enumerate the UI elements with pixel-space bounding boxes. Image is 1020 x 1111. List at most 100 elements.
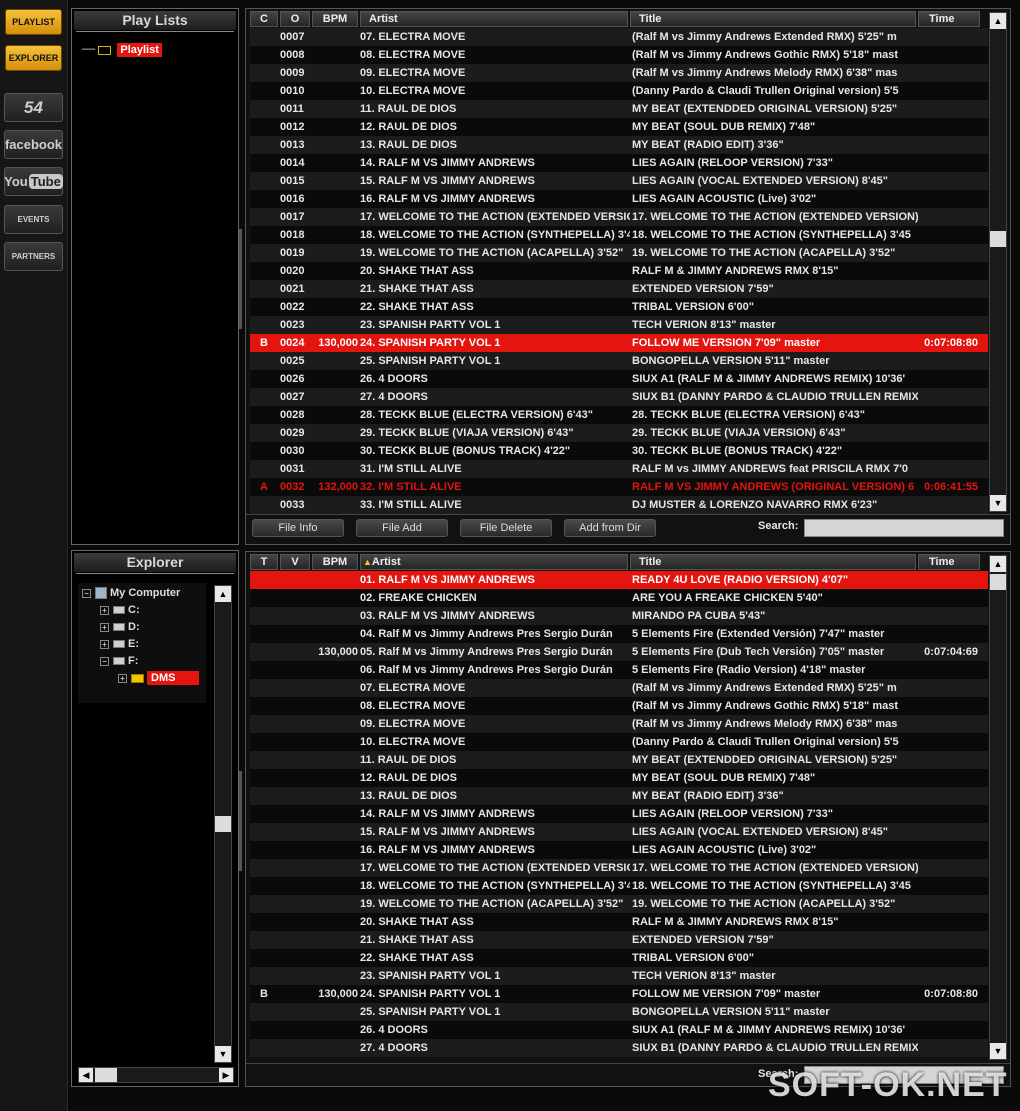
table-row[interactable]: 0009 09. ELECTRA MOVE (Ralf M vs Jimmy And… — [250, 64, 988, 82]
col-artist-header[interactable]: ▲Artist — [360, 554, 628, 570]
file-add-button[interactable]: File Add — [356, 519, 448, 537]
expand-icon[interactable]: + — [100, 605, 109, 615]
table-row[interactable]: B 0024 130,000 24. SPANISH PARTY VOL 1 FOLLO… — [250, 334, 988, 352]
table-row[interactable]: 01. RALF M VS JIMMY ANDREWS READY 4U LOVE… — [250, 571, 988, 589]
table-row[interactable]: 27. 4 DOORS SIUX B1 (DANNY PARDO & CLAUDI… — [250, 1039, 988, 1057]
partners-button[interactable]: PARTNERS — [4, 242, 63, 271]
scroll-down-icon[interactable]: ▼ — [990, 495, 1006, 511]
scroll-left-icon[interactable]: ◀ — [79, 1068, 93, 1082]
table-row[interactable]: 0011 11. RAUL DE DIOS MY BEAT (EXTENDDED O… — [250, 100, 988, 118]
splitter-handle[interactable] — [239, 229, 242, 329]
logo-54-button[interactable]: 54 — [4, 93, 63, 122]
table-row[interactable]: 0023 23. SPANISH PARTY VOL 1 TECH VERION 8… — [250, 316, 988, 334]
col-t-header[interactable]: T — [250, 554, 278, 570]
explorer-button[interactable]: EXPLORER — [5, 45, 62, 71]
scroll-down-icon[interactable]: ▼ — [215, 1046, 231, 1062]
playlist-tree-item[interactable]: Playlist — [117, 43, 162, 57]
table-row[interactable]: 16. RALF M VS JIMMY ANDREWS LIES AGAIN AC… — [250, 841, 988, 859]
youtube-button[interactable]: You Tube — [4, 167, 63, 196]
table-row[interactable]: 0008 08. ELECTRA MOVE (Ralf M vs Jimmy And… — [250, 46, 988, 64]
table-row[interactable]: 0021 21. SHAKE THAT ASS EXTENDED VERSION … — [250, 280, 988, 298]
col-o-header[interactable]: O — [280, 11, 310, 27]
explorer-hscroll[interactable]: ◀ ▶ — [78, 1067, 234, 1083]
my-computer-node[interactable]: − My Computer — [82, 586, 180, 600]
expand-icon[interactable]: + — [100, 639, 109, 649]
col-title-header[interactable]: Title — [630, 554, 916, 570]
scroll-up-icon[interactable]: ▲ — [215, 586, 231, 602]
table-row[interactable]: 25. SPANISH PARTY VOL 1 BONGOPELLA VERSI… — [250, 1003, 988, 1021]
playlist-tree-row[interactable]: ┄┄ Playlist — [82, 43, 162, 57]
file-info-button[interactable]: File Info — [252, 519, 344, 537]
table-row[interactable]: 0022 22. SHAKE THAT ASS TRIBAL VERSION 6'0… — [250, 298, 988, 316]
file-delete-button[interactable]: File Delete — [460, 519, 552, 537]
table-row[interactable]: 0026 26. 4 DOORS SIUX A1 (RALF M & JIMMY A… — [250, 370, 988, 388]
table-row[interactable]: 0027 27. 4 DOORS SIUX B1 (DANNY PARDO & CL… — [250, 388, 988, 406]
col-bpm-header[interactable]: BPM — [312, 11, 358, 27]
playlist-vscroll[interactable]: ▲ ▼ — [989, 12, 1007, 512]
hscroll-thumb[interactable] — [95, 1068, 117, 1082]
explorer-vscroll[interactable]: ▲ ▼ — [214, 585, 232, 1063]
events-button[interactable]: EVENTS — [4, 205, 63, 234]
table-row[interactable]: 0016 16. RALF M VS JIMMY ANDREWS LIES AGAI… — [250, 190, 988, 208]
table-row[interactable]: 10. ELECTRA MOVE (Danny Pardo & Claudi Tr… — [250, 733, 988, 751]
drive-f-node[interactable]: − F: — [100, 654, 138, 668]
col-artist-header[interactable]: Artist — [360, 11, 628, 27]
table-row[interactable]: 13. RAUL DE DIOS MY BEAT (RADIO EDIT) 3'3… — [250, 787, 988, 805]
scroll-thumb[interactable] — [215, 816, 231, 832]
table-row[interactable]: 0018 18. WELCOME TO THE ACTION (SYNTHEPEL… — [250, 226, 988, 244]
playlist-button[interactable]: PLAYLIST — [5, 9, 62, 35]
dms-folder-label[interactable]: DMS — [147, 671, 199, 685]
table-row[interactable]: 14. RALF M VS JIMMY ANDREWS LIES AGAIN (R… — [250, 805, 988, 823]
table-row[interactable]: 19. WELCOME TO THE ACTION (ACAPELLA) 3'5… — [250, 895, 988, 913]
table-row[interactable]: 15. RALF M VS JIMMY ANDREWS LIES AGAIN (V… — [250, 823, 988, 841]
table-row[interactable]: 130,000 05. Ralf M vs Jimmy Andrews Pres … — [250, 643, 988, 661]
table-row[interactable]: 04. Ralf M vs Jimmy Andrews Pres Sergio … — [250, 625, 988, 643]
table-row[interactable]: 22. SHAKE THAT ASS TRIBAL VERSION 6'00" — [250, 949, 988, 967]
table-row[interactable]: 0007 07. ELECTRA MOVE (Ralf M vs Jimmy And… — [250, 28, 988, 46]
playlist-search-input[interactable] — [804, 519, 1004, 537]
table-row[interactable]: 11. RAUL DE DIOS MY BEAT (EXTENDDED ORIGI… — [250, 751, 988, 769]
table-row[interactable]: A 0032 132,000 32. I'M STILL ALIVE RALF M VS… — [250, 478, 988, 496]
scroll-thumb[interactable] — [990, 574, 1006, 590]
facebook-button[interactable]: facebook — [4, 130, 63, 159]
table-row[interactable]: 0014 14. RALF M VS JIMMY ANDREWS LIES AGAI… — [250, 154, 988, 172]
collapse-icon[interactable]: − — [82, 588, 91, 598]
table-row[interactable]: 18. WELCOME TO THE ACTION (SYNTHEPELLA) … — [250, 877, 988, 895]
table-row[interactable]: 0028 28. TECKK BLUE (ELECTRA VERSION) 6'4… — [250, 406, 988, 424]
scroll-up-icon[interactable]: ▲ — [990, 556, 1006, 572]
drive-c-node[interactable]: + C: — [100, 603, 140, 617]
scroll-down-icon[interactable]: ▼ — [990, 1043, 1006, 1059]
table-row[interactable]: 12. RAUL DE DIOS MY BEAT (SOUL DUB REMIX)… — [250, 769, 988, 787]
table-row[interactable]: 0017 17. WELCOME TO THE ACTION (EXTENDED … — [250, 208, 988, 226]
table-row[interactable]: 21. SHAKE THAT ASS EXTENDED VERSION 7'59… — [250, 931, 988, 949]
table-row[interactable]: B 130,000 24. SPANISH PARTY VOL 1 FOLLOW ME… — [250, 985, 988, 1003]
scroll-right-icon[interactable]: ▶ — [219, 1068, 233, 1082]
add-from-dir-button[interactable]: Add from Dir — [564, 519, 656, 537]
table-row[interactable]: 08. ELECTRA MOVE (Ralf M vs Jimmy Andrews… — [250, 697, 988, 715]
expand-icon[interactable]: + — [118, 673, 127, 683]
table-row[interactable]: 06. Ralf M vs Jimmy Andrews Pres Sergio … — [250, 661, 988, 679]
collapse-icon[interactable]: − — [100, 656, 109, 666]
table-row[interactable]: 0033 33. I'M STILL ALIVE DJ MUSTER & LOREN… — [250, 496, 988, 514]
table-row[interactable]: 17. WELCOME TO THE ACTION (EXTENDED VERS… — [250, 859, 988, 877]
explorer-grid-vscroll[interactable]: ▲ ▼ — [989, 555, 1007, 1060]
col-title-header[interactable]: Title — [630, 11, 916, 27]
drive-e-node[interactable]: + E: — [100, 637, 139, 651]
table-row[interactable]: 0031 31. I'M STILL ALIVE RALF M vs JIMMY A… — [250, 460, 988, 478]
table-row[interactable]: 0015 15. RALF M VS JIMMY ANDREWS LIES AGAI… — [250, 172, 988, 190]
table-row[interactable]: 02. FREAKE CHICKEN ARE YOU A FREAKE CHICK… — [250, 589, 988, 607]
dms-folder-node[interactable]: + DMS — [118, 671, 199, 685]
table-row[interactable]: 0029 29. TECKK BLUE (VIAJA VERSION) 6'43"… — [250, 424, 988, 442]
table-row[interactable]: 23. SPANISH PARTY VOL 1 TECH VERION 8'13"… — [250, 967, 988, 985]
table-row[interactable]: 26. 4 DOORS SIUX A1 (RALF M & JIMMY ANDRE… — [250, 1021, 988, 1039]
table-row[interactable]: 0012 12. RAUL DE DIOS MY BEAT (SOUL DUB RE… — [250, 118, 988, 136]
col-c-header[interactable]: C — [250, 11, 278, 27]
col-time-header[interactable]: Time — [918, 11, 980, 27]
table-row[interactable]: 20. SHAKE THAT ASS RALF M & JIMMY ANDREWS… — [250, 913, 988, 931]
col-time-header[interactable]: Time — [918, 554, 980, 570]
col-bpm-header[interactable]: BPM — [312, 554, 358, 570]
table-row[interactable]: 09. ELECTRA MOVE (Ralf M vs Jimmy Andrews… — [250, 715, 988, 733]
table-row[interactable]: 03. RALF M VS JIMMY ANDREWS MIRANDO PA CU… — [250, 607, 988, 625]
splitter-handle[interactable] — [239, 771, 242, 871]
table-row[interactable]: 0019 19. WELCOME TO THE ACTION (ACAPELLA)… — [250, 244, 988, 262]
